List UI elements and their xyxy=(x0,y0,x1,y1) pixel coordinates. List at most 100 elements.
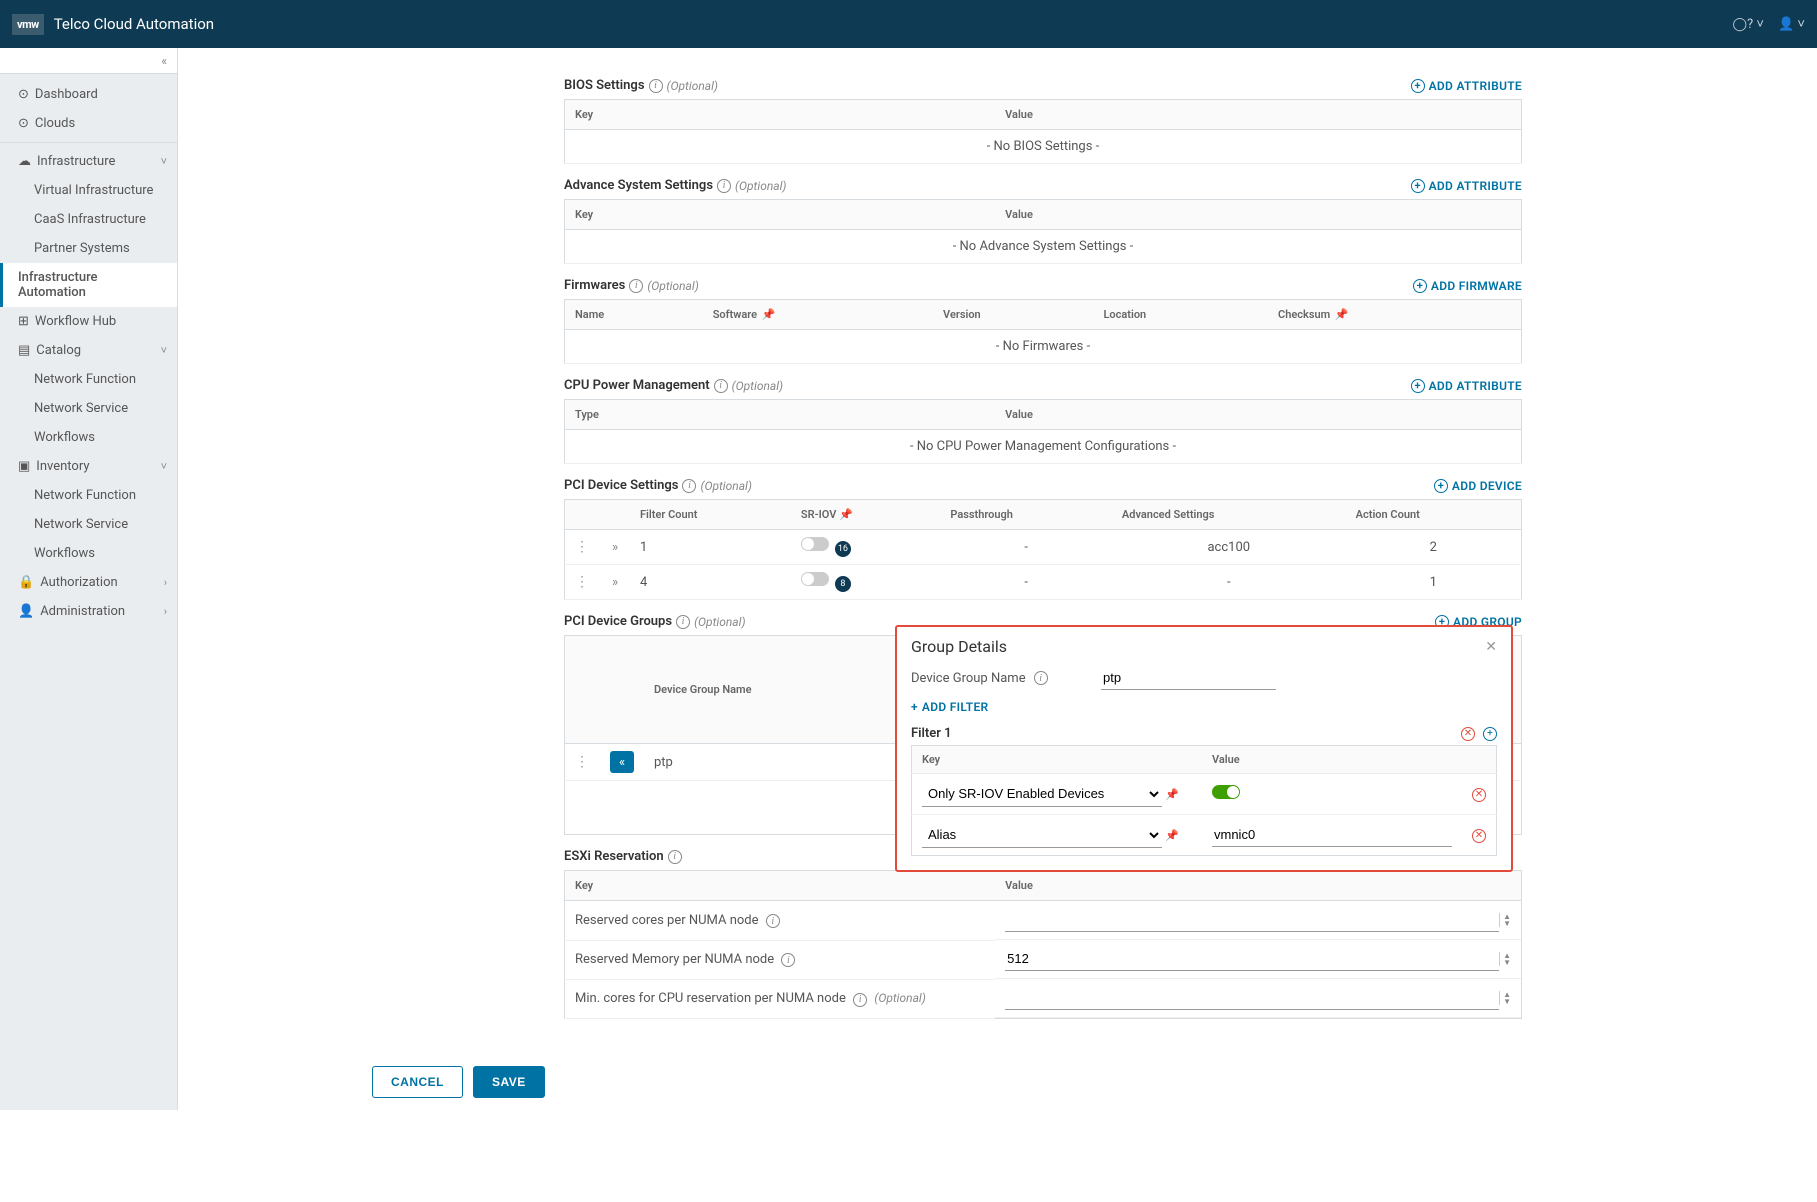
optional-label: (Optional) xyxy=(694,615,745,629)
nav-inv-nf[interactable]: Network Function xyxy=(0,481,177,510)
add-attribute-button[interactable]: +ADD ATTRIBUTE xyxy=(1411,79,1522,93)
empty-state: - No Firmwares - xyxy=(565,330,1522,364)
panel-title: Group Details xyxy=(911,637,1007,656)
info-icon[interactable]: i xyxy=(1034,671,1048,685)
pin-icon: 📌 xyxy=(1335,308,1349,321)
info-icon[interactable]: i xyxy=(682,479,696,493)
add-attribute-button[interactable]: +ADD ATTRIBUTE xyxy=(1411,379,1522,393)
info-icon[interactable]: i xyxy=(717,179,731,193)
chevron-right-icon: › xyxy=(164,576,167,589)
nav-caas-infra[interactable]: CaaS Infrastructure xyxy=(0,205,177,234)
nav-inventory[interactable]: ▣Inventory˅ xyxy=(0,452,177,481)
clouds-icon: ⊙ xyxy=(18,116,29,131)
info-icon[interactable]: i xyxy=(676,615,690,629)
nav-clouds[interactable]: ⊙Clouds xyxy=(0,109,177,138)
col-value: Value xyxy=(995,100,1521,130)
nav-infrastructure[interactable]: ☁Infrastructure˅ xyxy=(0,147,177,176)
chevron-down-icon: ˅ xyxy=(161,460,167,473)
cancel-button[interactable]: CANCEL xyxy=(372,1066,463,1098)
app-title: Telco Cloud Automation xyxy=(54,15,1733,33)
add-device-button[interactable]: +ADD DEVICE xyxy=(1434,479,1522,493)
empty-state: - No BIOS Settings - xyxy=(565,130,1522,164)
chevron-down-icon: ˅ xyxy=(161,344,167,357)
nav-administration[interactable]: 👤Administration› xyxy=(0,597,177,626)
min-cores-input[interactable] xyxy=(1005,986,1499,1010)
nav-workflow-hub[interactable]: ⊞Workflow Hub xyxy=(0,307,177,336)
filter-value-input[interactable] xyxy=(1212,823,1452,847)
col-sriov[interactable]: SR-IOV 📌 xyxy=(791,500,940,530)
collapse-icon[interactable]: « xyxy=(610,751,634,773)
nav-catalog[interactable]: ▤Catalog˅ xyxy=(0,336,177,365)
col-value: Value xyxy=(995,871,1521,901)
advance-title: Advance System Settings xyxy=(564,178,713,193)
row-menu-icon[interactable]: ⋮ xyxy=(575,754,590,770)
table-row: ⋮ » 4 8 - - 1 xyxy=(565,565,1522,600)
col-checksum[interactable]: Checksum 📌 xyxy=(1268,300,1521,330)
filter-value-toggle[interactable] xyxy=(1212,785,1240,799)
cloud-icon: ☁ xyxy=(18,154,31,169)
sriov-toggle[interactable] xyxy=(801,537,829,551)
reserved-memory-input[interactable] xyxy=(1005,947,1499,971)
info-icon[interactable]: i xyxy=(853,993,867,1007)
stepper-icon[interactable]: ▲▼ xyxy=(1499,913,1511,927)
add-firmware-button[interactable]: +ADD FIRMWARE xyxy=(1413,279,1522,293)
filter-row: Only SR-IOV Enabled Devices 📌 ✕ xyxy=(912,774,1497,815)
col-key: Key xyxy=(565,100,996,130)
filter-key-select[interactable]: Alias xyxy=(922,822,1162,848)
pin-icon: 📌 xyxy=(1165,829,1179,842)
nav-catalog-wf[interactable]: Workflows xyxy=(0,423,177,452)
reserved-cores-input[interactable] xyxy=(1005,908,1499,932)
col-advanced: Advanced Settings xyxy=(1112,500,1346,530)
nav-virtual-infra[interactable]: Virtual Infrastructure xyxy=(0,176,177,205)
col-key: Key xyxy=(912,746,1203,774)
sidebar-collapse-icon[interactable]: « xyxy=(161,54,167,68)
nav-infra-automation[interactable]: Infrastructure Automation xyxy=(0,263,177,307)
sriov-toggle[interactable] xyxy=(801,572,829,586)
nav-inv-ns[interactable]: Network Service xyxy=(0,510,177,539)
user-icon[interactable]: 👤 ˅ xyxy=(1778,16,1805,32)
nav-inv-wf[interactable]: Workflows xyxy=(0,539,177,568)
remove-row-icon[interactable]: ✕ xyxy=(1472,788,1486,802)
chevron-right-icon: › xyxy=(164,605,167,618)
help-icon[interactable]: ◯? ˅ xyxy=(1732,16,1764,32)
info-icon[interactable]: i xyxy=(714,379,728,393)
remove-row-icon[interactable]: ✕ xyxy=(1472,829,1486,843)
group-name-input[interactable] xyxy=(1101,666,1276,690)
close-icon[interactable]: ✕ xyxy=(1485,639,1497,655)
col-passthrough: Passthrough xyxy=(940,500,1112,530)
nav-catalog-nf[interactable]: Network Function xyxy=(0,365,177,394)
add-filter-icon[interactable]: + xyxy=(1483,727,1497,741)
chevron-down-icon: ˅ xyxy=(161,155,167,168)
info-icon[interactable]: i xyxy=(781,953,795,967)
optional-label: (Optional) xyxy=(647,279,698,293)
table-row: Reserved cores per NUMA node i ▲▼ xyxy=(565,901,1522,941)
add-attribute-button[interactable]: +ADD ATTRIBUTE xyxy=(1411,179,1522,193)
nav-authorization[interactable]: 🔒Authorization› xyxy=(0,568,177,597)
info-icon[interactable]: i xyxy=(668,850,682,864)
col-software[interactable]: Software 📌 xyxy=(703,300,933,330)
nav-dashboard[interactable]: ⊙Dashboard xyxy=(0,80,177,109)
row-menu-icon[interactable]: ⋮ xyxy=(575,574,590,590)
col-value: Value xyxy=(995,400,1521,430)
info-icon[interactable]: i xyxy=(629,279,643,293)
info-icon[interactable]: i xyxy=(766,914,780,928)
add-filter-button[interactable]: +ADD FILTER xyxy=(911,700,1497,714)
expand-icon[interactable]: » xyxy=(612,575,618,590)
row-menu-icon[interactable]: ⋮ xyxy=(575,539,590,555)
filter-key-select[interactable]: Only SR-IOV Enabled Devices xyxy=(922,781,1162,807)
vmware-logo: vmw xyxy=(12,14,44,35)
info-icon[interactable]: i xyxy=(649,79,663,93)
nav-partner-systems[interactable]: Partner Systems xyxy=(0,234,177,263)
stepper-icon[interactable]: ▲▼ xyxy=(1499,952,1511,966)
col-value: Value xyxy=(1202,746,1462,774)
expand-icon[interactable]: » xyxy=(612,540,618,555)
plus-circle-icon: + xyxy=(1411,79,1425,93)
stepper-icon[interactable]: ▲▼ xyxy=(1499,991,1511,1005)
plus-circle-icon: + xyxy=(1413,279,1427,293)
table-row: Reserved Memory per NUMA node i ▲▼ xyxy=(565,940,1522,979)
optional-label: (Optional) xyxy=(735,179,786,193)
nav-catalog-ns[interactable]: Network Service xyxy=(0,394,177,423)
remove-filter-icon[interactable]: ✕ xyxy=(1461,727,1475,741)
app-header: vmw Telco Cloud Automation ◯? ˅ 👤 ˅ xyxy=(0,0,1817,48)
save-button[interactable]: SAVE xyxy=(473,1066,545,1098)
